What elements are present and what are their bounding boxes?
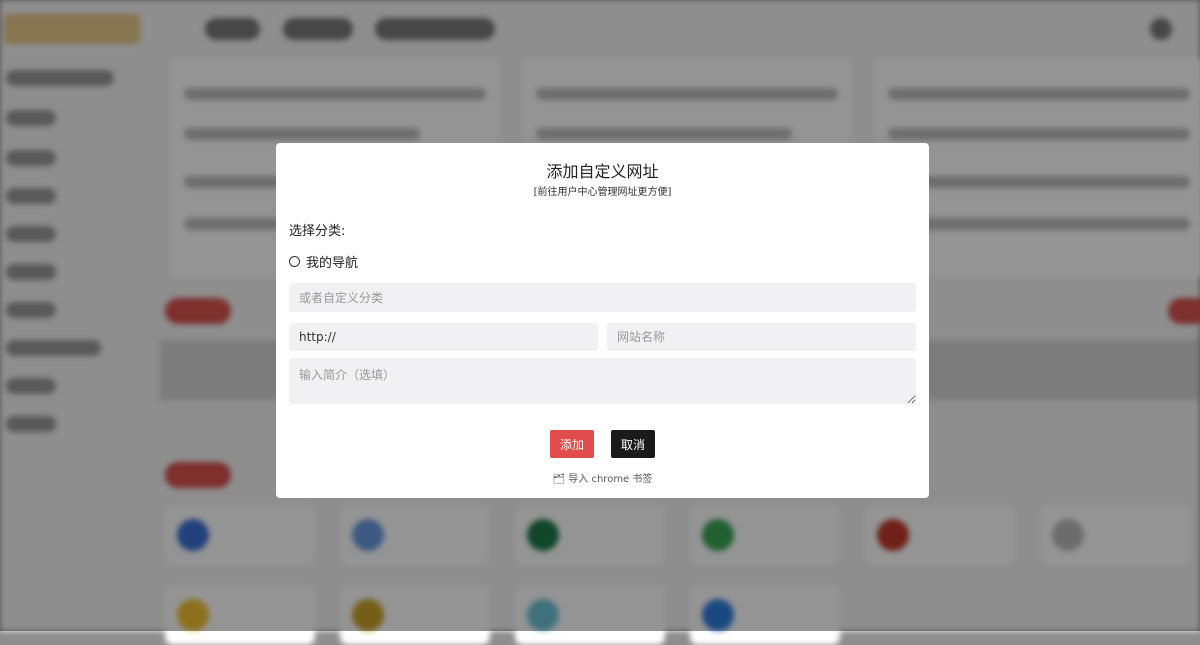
import-chrome-bookmarks-link[interactable]: 🗂 导入 chrome 书签	[276, 470, 929, 485]
radio-label: 我的导航	[306, 256, 359, 271]
dialog-title: 添加自定义网址	[546, 162, 659, 181]
import-icon: 🗂	[552, 474, 566, 485]
add-button[interactable]: 添加	[550, 430, 594, 458]
url-input[interactable]	[289, 323, 598, 351]
category-radio-my-nav[interactable]: 我的导航	[289, 252, 358, 271]
custom-category-input[interactable]	[289, 283, 916, 312]
category-label: 选择分类:	[289, 224, 346, 239]
user-center-link[interactable]: [前往用户中心管理网址更方便]	[276, 183, 929, 198]
site-name-input[interactable]	[607, 323, 916, 351]
cancel-button[interactable]: 取消	[611, 430, 655, 458]
description-input[interactable]	[289, 358, 916, 404]
radio-circle-icon[interactable]	[289, 256, 300, 267]
add-custom-url-dialog: 添加自定义网址 [前往用户中心管理网址更方便] 选择分类: 我的导航 添加 取消…	[276, 143, 929, 498]
import-link-label: 导入 chrome 书签	[568, 474, 653, 485]
